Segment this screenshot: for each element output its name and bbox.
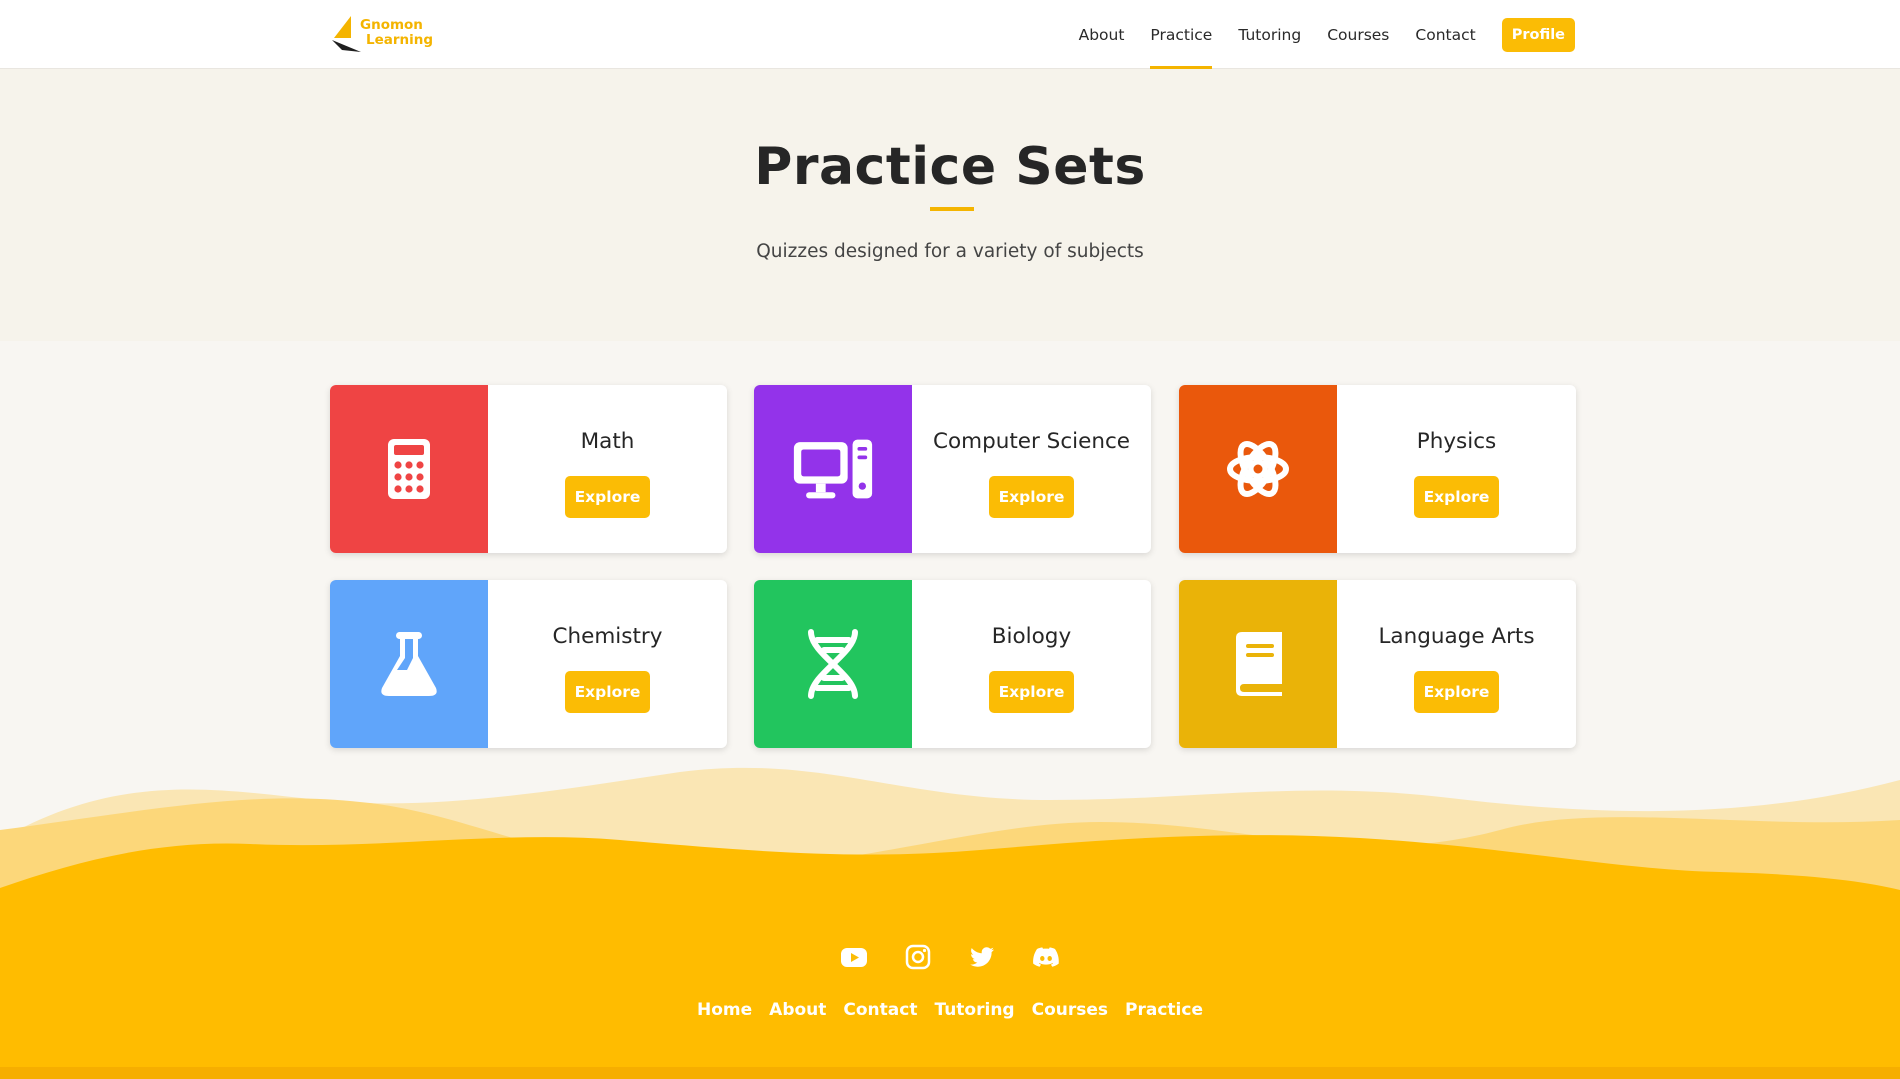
explore-button[interactable]: Explore bbox=[989, 476, 1074, 518]
instagram-icon[interactable] bbox=[903, 942, 933, 972]
explore-button[interactable]: Explore bbox=[565, 671, 650, 713]
subject-swatch bbox=[330, 580, 488, 748]
subject-grid: Math Explore Computer Science Explore Ph… bbox=[330, 385, 1577, 748]
nav-link-tutoring[interactable]: Tutoring bbox=[1238, 0, 1301, 69]
footer-links: Home About Contact Tutoring Courses Prac… bbox=[0, 1000, 1900, 1020]
subject-title: Math bbox=[580, 429, 635, 454]
calculator-icon bbox=[388, 439, 430, 499]
footer-link-practice[interactable]: Practice bbox=[1125, 1000, 1203, 1020]
brand-name: Gnomon Learning bbox=[360, 18, 433, 48]
youtube-icon[interactable] bbox=[839, 942, 869, 972]
subject-card-language-arts: Language Arts Explore bbox=[1179, 580, 1576, 748]
twitter-icon[interactable] bbox=[967, 942, 997, 972]
logo-sail-icon bbox=[332, 16, 361, 52]
subject-swatch bbox=[1179, 385, 1337, 553]
subject-title: Computer Science bbox=[932, 429, 1131, 454]
subject-card-math: Math Explore bbox=[330, 385, 727, 553]
subject-card-computer-science: Computer Science Explore bbox=[754, 385, 1151, 553]
page-subtitle: Quizzes designed for a variety of subjec… bbox=[756, 241, 1144, 262]
nav-links: About Practice Tutoring Courses Contact … bbox=[1053, 0, 1575, 70]
flask-icon bbox=[381, 632, 437, 696]
subject-swatch bbox=[754, 580, 912, 748]
footer-social bbox=[0, 942, 1900, 972]
subject-card-chemistry: Chemistry Explore bbox=[330, 580, 727, 748]
subject-card-physics: Physics Explore bbox=[1179, 385, 1576, 553]
nav-link-courses[interactable]: Courses bbox=[1327, 0, 1389, 69]
footer-link-courses[interactable]: Courses bbox=[1032, 1000, 1108, 1020]
atom-icon bbox=[1227, 441, 1289, 497]
brand-line-1: Gnomon bbox=[360, 17, 423, 33]
brand-line-2: Learning bbox=[366, 32, 434, 48]
book-icon bbox=[1236, 632, 1282, 696]
explore-button[interactable]: Explore bbox=[989, 671, 1074, 713]
dna-icon bbox=[808, 629, 858, 699]
page-title: Practice Sets bbox=[754, 137, 1146, 197]
subject-card-biology: Biology Explore bbox=[754, 580, 1151, 748]
subject-title: Physics bbox=[1416, 429, 1497, 454]
discord-icon[interactable] bbox=[1031, 942, 1061, 972]
footer-link-about[interactable]: About bbox=[769, 1000, 826, 1020]
footer-link-home[interactable]: Home bbox=[697, 1000, 752, 1020]
explore-button[interactable]: Explore bbox=[1414, 476, 1499, 518]
nav-link-contact[interactable]: Contact bbox=[1415, 0, 1475, 69]
subject-swatch bbox=[754, 385, 912, 553]
footer-bottom-strip bbox=[0, 1067, 1900, 1079]
profile-button[interactable]: Profile bbox=[1501, 17, 1575, 52]
explore-button[interactable]: Explore bbox=[1414, 671, 1499, 713]
hero-section: Practice Sets Quizzes designed for a var… bbox=[0, 69, 1900, 341]
explore-button[interactable]: Explore bbox=[565, 476, 650, 518]
subject-title: Biology bbox=[991, 624, 1072, 649]
footer-link-tutoring[interactable]: Tutoring bbox=[934, 1000, 1014, 1020]
subject-swatch bbox=[1179, 580, 1337, 748]
nav-link-practice[interactable]: Practice bbox=[1150, 0, 1212, 70]
top-navbar: Gnomon Learning About Practice Tutoring … bbox=[0, 0, 1900, 70]
subject-swatch bbox=[330, 385, 488, 553]
title-underline bbox=[930, 207, 974, 211]
nav-link-about[interactable]: About bbox=[1079, 0, 1125, 69]
subject-title: Chemistry bbox=[552, 624, 663, 649]
brand-logo[interactable]: Gnomon Learning bbox=[330, 14, 440, 54]
footer-waves bbox=[0, 767, 1900, 1079]
footer-link-contact[interactable]: Contact bbox=[843, 1000, 917, 1020]
subject-title: Language Arts bbox=[1378, 624, 1535, 649]
computer-icon bbox=[793, 439, 873, 499]
